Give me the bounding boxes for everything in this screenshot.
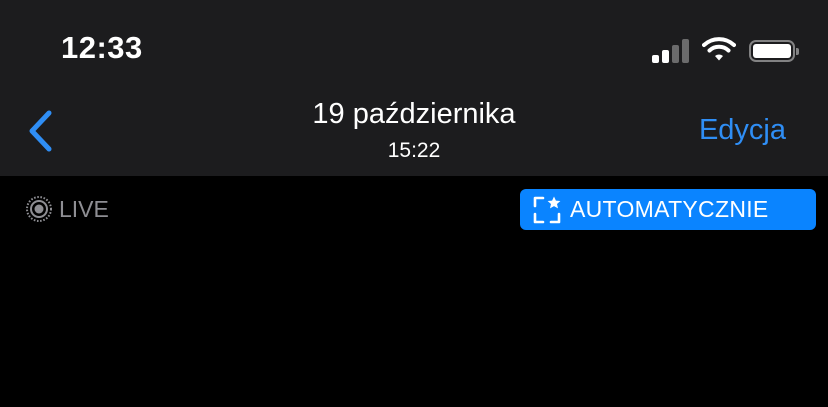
signal-icon (652, 39, 691, 63)
photo-detail-screen: 12:33 19 października 15:22 Edycja LIVE … (0, 0, 828, 407)
signal-bar (672, 45, 679, 63)
edit-button[interactable]: Edycja (699, 114, 786, 147)
live-label: LIVE (59, 195, 109, 222)
auto-enhance-label: AUTOMATYCZNIE (570, 196, 769, 222)
battery-full-icon (749, 40, 799, 62)
signal-bar (652, 55, 659, 63)
wifi-icon (702, 36, 736, 67)
live-photo-badge[interactable]: LIVE (25, 195, 109, 223)
auto-enhance-button[interactable]: AUTOMATYCZNIE (520, 189, 816, 230)
auto-enhance-icon (532, 195, 562, 225)
header: 12:33 19 października 15:22 Edycja (0, 0, 828, 176)
live-photo-icon (25, 195, 53, 223)
status-icons (652, 36, 799, 67)
status-time: 12:33 (61, 30, 143, 65)
signal-bar (662, 50, 669, 63)
signal-bar (682, 39, 689, 63)
